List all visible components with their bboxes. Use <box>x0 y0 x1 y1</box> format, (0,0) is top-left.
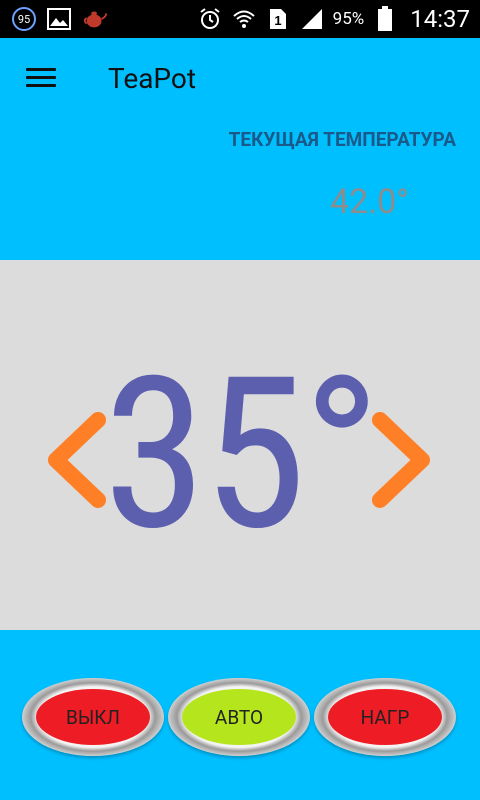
status-bar-right: 1 95% 14:37 <box>197 4 470 34</box>
status-bar: 95 1 95% 14:37 <box>0 0 480 38</box>
alarm-icon <box>197 7 223 31</box>
signal-icon <box>299 7 325 31</box>
sim-1-icon: 1 <box>265 7 291 31</box>
image-icon <box>46 7 72 31</box>
app-title: TeaPot <box>108 62 197 95</box>
current-temperature-panel: ТЕКУЩАЯ ТЕМПЕРАТУРА 42.0° <box>0 122 480 260</box>
off-button-label: ВЫКЛ <box>36 689 150 745</box>
battery-icon <box>372 6 398 31</box>
notification-count-badge: 95 <box>12 7 36 31</box>
clock: 14:37 <box>410 5 470 33</box>
off-button[interactable]: ВЫКЛ <box>22 678 164 756</box>
hamburger-menu-icon[interactable] <box>26 68 58 94</box>
wifi-icon <box>231 7 257 31</box>
app-bar: TeaPot <box>0 38 480 122</box>
target-temperature-panel: 35° <box>0 260 480 630</box>
current-temperature-label: ТЕКУЩАЯ ТЕМПЕРАТУРА <box>228 128 456 151</box>
battery-percent: 95% <box>332 9 365 29</box>
status-bar-left: 95 <box>12 6 108 32</box>
teapot-icon <box>82 7 108 31</box>
auto-button[interactable]: АВТО <box>168 678 310 756</box>
auto-button-label: АВТО <box>182 689 296 745</box>
heat-button[interactable]: НАГР <box>314 678 456 756</box>
heat-button-label: НАГР <box>328 689 442 745</box>
mode-controls: ВЫКЛ АВТО НАГР <box>0 630 480 800</box>
chevron-right-icon <box>372 412 430 508</box>
current-temperature-value: 42.0° <box>330 182 409 222</box>
svg-text:1: 1 <box>274 13 281 28</box>
increase-temperature-button[interactable] <box>370 410 434 510</box>
